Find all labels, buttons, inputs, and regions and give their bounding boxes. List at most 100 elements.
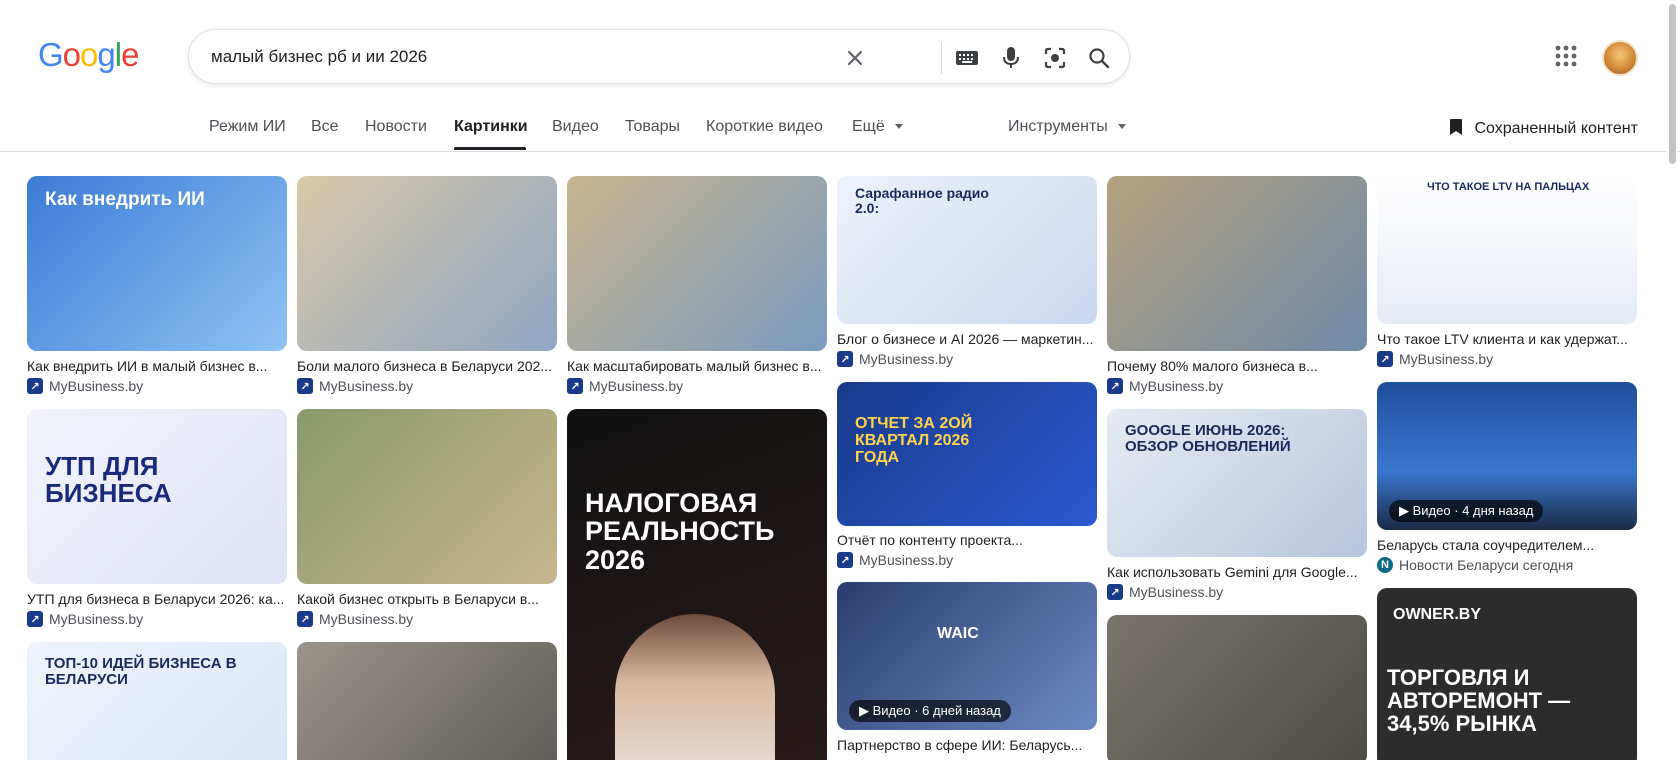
image-result[interactable]: Какой бизнес открыть в Беларуси в... ↗ My… xyxy=(297,409,557,629)
apps-grid-icon[interactable] xyxy=(1554,44,1578,68)
saved-content-button[interactable]: Сохраненный контент xyxy=(1448,118,1638,141)
site-favicon: ↗ xyxy=(567,378,583,394)
result-source[interactable]: ↗ MyBusiness.by xyxy=(297,378,413,394)
clear-icon[interactable] xyxy=(841,44,869,72)
thumbnail-text: ЧТО ТАКОЕ LTV НА ПАЛЬЦАХ xyxy=(1427,181,1590,193)
account-avatar[interactable] xyxy=(1602,40,1638,76)
search-box[interactable] xyxy=(188,29,1130,84)
tab-video[interactable]: Видео xyxy=(552,118,599,136)
image-result[interactable]: GOOGLE ИЮНЬ 2026: ОБЗОР ОБНОВЛЕНИЙ Как и… xyxy=(1107,409,1367,604)
result-caption[interactable]: Как масштабировать малый бизнес в... xyxy=(567,358,827,374)
result-thumbnail[interactable]: УТП ДЛЯ БИЗНЕСА xyxy=(27,409,287,584)
result-thumbnail[interactable]: ▶ Видео · 4 дня назад xyxy=(1377,382,1637,530)
result-thumbnail[interactable]: ОТЧЕТ ЗА 2ОЙ КВАРТАЛ 2026 ГОДА xyxy=(837,382,1097,526)
search-input[interactable] xyxy=(211,44,871,70)
source-name: MyBusiness.by xyxy=(1129,584,1224,600)
result-caption[interactable]: Боли малого бизнеса в Беларуси 202... xyxy=(297,358,557,374)
result-source[interactable]: ↗ MyBusiness.by xyxy=(837,351,953,367)
image-result[interactable]: УТП ДЛЯ БИЗНЕСА УТП для бизнеса в Белару… xyxy=(27,409,287,629)
thumbnail-text: Как внедрить ИИ xyxy=(45,189,205,210)
caret-down-icon xyxy=(895,124,904,130)
result-caption[interactable]: УТП для бизнеса в Беларуси 2026: ка... xyxy=(27,591,287,607)
image-result[interactable]: Почему 80% малого бизнеса в... ↗ MyBusine… xyxy=(1107,176,1367,396)
result-thumbnail[interactable] xyxy=(297,176,557,351)
result-thumbnail[interactable]: НАЛОГОВАЯ РЕАЛЬНОСТЬ 2026 xyxy=(567,409,827,760)
thumbnail-text: ОТЧЕТ ЗА 2ОЙ КВАРТАЛ 2026 ГОДА xyxy=(855,415,973,466)
image-result[interactable] xyxy=(1107,615,1367,760)
tab-products[interactable]: Товары xyxy=(625,118,680,136)
tools-label: Инструменты xyxy=(1008,118,1108,135)
tools-button[interactable]: Инструменты xyxy=(1008,118,1127,136)
image-result[interactable]: Боли малого бизнеса в Беларуси 202... ↗ M… xyxy=(297,176,557,396)
result-source[interactable]: ↗ MyBusiness.by xyxy=(1377,351,1493,367)
search-icon[interactable] xyxy=(1085,44,1113,72)
result-caption[interactable]: Блог о бизнесе и AI 2026 — маркетин... xyxy=(837,331,1097,347)
lens-icon[interactable] xyxy=(1041,44,1069,72)
result-caption[interactable]: Как внедрить ИИ в малый бизнес в... xyxy=(27,358,287,374)
image-result[interactable]: OWNER.BY ТОРГОВЛЯ И АВТОРЕМОНТ — 34,5% Р… xyxy=(1377,588,1637,760)
source-name: MyBusiness.by xyxy=(49,378,144,394)
site-favicon: ↗ xyxy=(297,378,313,394)
image-result[interactable]: ЧТО ТАКОЕ LTV НА ПАЛЬЦАХ Что такое LTV к… xyxy=(1377,176,1637,371)
result-source[interactable]: ↗ MyBusiness.by xyxy=(1107,584,1223,600)
result-caption[interactable]: Как использовать Gemini для Google... xyxy=(1107,564,1367,580)
image-result[interactable] xyxy=(297,642,557,760)
google-logo[interactable]: Google xyxy=(38,36,139,74)
result-source[interactable]: ↗ MyBusiness.by xyxy=(27,611,143,627)
result-thumbnail[interactable] xyxy=(1107,615,1367,760)
saved-content-label: Сохраненный контент xyxy=(1474,120,1638,137)
result-thumbnail[interactable]: ТОП-10 ИДЕЙ БИЗНЕСА В БЕЛАРУСИ xyxy=(27,642,287,760)
image-result[interactable]: НАЛОГОВАЯ РЕАЛЬНОСТЬ 2026 xyxy=(567,409,827,760)
image-result[interactable]: ▶ Видео · 4 дня назад Беларусь стала соу… xyxy=(1377,382,1637,577)
result-source[interactable]: ↗ MyBusiness.by xyxy=(1107,378,1223,394)
result-thumbnail[interactable]: Как внедрить ИИ xyxy=(27,176,287,351)
result-thumbnail[interactable]: GOOGLE ИЮНЬ 2026: ОБЗОР ОБНОВЛЕНИЙ xyxy=(1107,409,1367,557)
result-source[interactable]: ↗ MyBusiness.by xyxy=(837,552,953,568)
tab-all[interactable]: Все xyxy=(311,118,339,136)
result-thumbnail[interactable] xyxy=(1107,176,1367,351)
result-caption[interactable]: Отчёт по контенту проекта... xyxy=(837,532,1097,548)
image-result[interactable]: Сарафанное радио 2.0: Блог о бизнесе и A… xyxy=(837,176,1097,371)
page-scrollbar[interactable] xyxy=(1666,0,1678,760)
result-thumbnail[interactable]: WAIC ▶ Видео · 6 дней назад xyxy=(837,582,1097,730)
result-source[interactable]: N Новости Беларуси сегодня xyxy=(1377,557,1573,573)
result-source[interactable]: ↗ MyBusiness.by xyxy=(297,611,413,627)
active-tab-indicator xyxy=(454,147,526,150)
result-caption[interactable]: Что такое LTV клиента и как удержат... xyxy=(1377,331,1637,347)
image-result[interactable]: ОТЧЕТ ЗА 2ОЙ КВАРТАЛ 2026 ГОДА Отчёт по … xyxy=(837,382,1097,577)
news-favicon: N xyxy=(1377,557,1393,573)
tab-more[interactable]: Ещё xyxy=(852,118,904,136)
source-name: MyBusiness.by xyxy=(589,378,684,394)
result-caption[interactable]: Беларусь стала соучредителем... xyxy=(1377,537,1637,553)
tab-images[interactable]: Картинки xyxy=(454,118,528,136)
image-result[interactable]: ТОП-10 ИДЕЙ БИЗНЕСА В БЕЛАРУСИ xyxy=(27,642,287,760)
result-source[interactable]: ↗ MyBusiness.by xyxy=(567,378,683,394)
tab-short-video[interactable]: Короткие видео xyxy=(706,118,823,136)
image-result[interactable]: Как внедрить ИИ Как внедрить ИИ в малый … xyxy=(27,176,287,396)
thumbnail-text: ТОРГОВЛЯ И АВТОРЕМОНТ — 34,5% РЫНКА xyxy=(1387,665,1571,737)
source-name: MyBusiness.by xyxy=(859,552,954,568)
result-thumbnail[interactable]: OWNER.BY ТОРГОВЛЯ И АВТОРЕМОНТ — 34,5% Р… xyxy=(1377,588,1637,760)
result-source[interactable]: ↗ MyBusiness.by xyxy=(27,378,143,394)
tab-ai-mode[interactable]: Режим ИИ xyxy=(209,118,286,136)
source-name: MyBusiness.by xyxy=(1129,378,1224,394)
logo-letter: o xyxy=(80,36,98,73)
result-caption[interactable]: Какой бизнес открыть в Беларуси в... xyxy=(297,591,557,607)
logo-letter: o xyxy=(62,36,81,73)
result-thumbnail[interactable] xyxy=(297,642,557,760)
image-result[interactable]: Как масштабировать малый бизнес в... ↗ My… xyxy=(567,176,827,396)
result-thumbnail[interactable] xyxy=(297,409,557,584)
scrollbar-thumb[interactable] xyxy=(1669,4,1676,164)
result-thumbnail[interactable] xyxy=(567,176,827,351)
tab-news[interactable]: Новости xyxy=(365,118,427,136)
result-caption[interactable]: Почему 80% малого бизнеса в... xyxy=(1107,358,1367,374)
image-result[interactable]: WAIC ▶ Видео · 6 дней назад Партнерство … xyxy=(837,582,1097,760)
microphone-icon[interactable] xyxy=(997,44,1025,72)
keyboard-icon[interactable] xyxy=(953,44,981,72)
result-thumbnail[interactable]: ЧТО ТАКОЕ LTV НА ПАЛЬЦАХ xyxy=(1377,176,1637,324)
site-favicon: ↗ xyxy=(27,611,43,627)
result-caption[interactable]: Партнерство в сфере ИИ: Беларусь... xyxy=(837,737,1097,753)
result-thumbnail[interactable]: Сарафанное радио 2.0: xyxy=(837,176,1097,324)
thumbnail-text: GOOGLE ИЮНЬ 2026: ОБЗОР ОБНОВЛЕНИЙ xyxy=(1125,422,1291,455)
thumbnail-text: Сарафанное радио 2.0: xyxy=(855,185,989,216)
